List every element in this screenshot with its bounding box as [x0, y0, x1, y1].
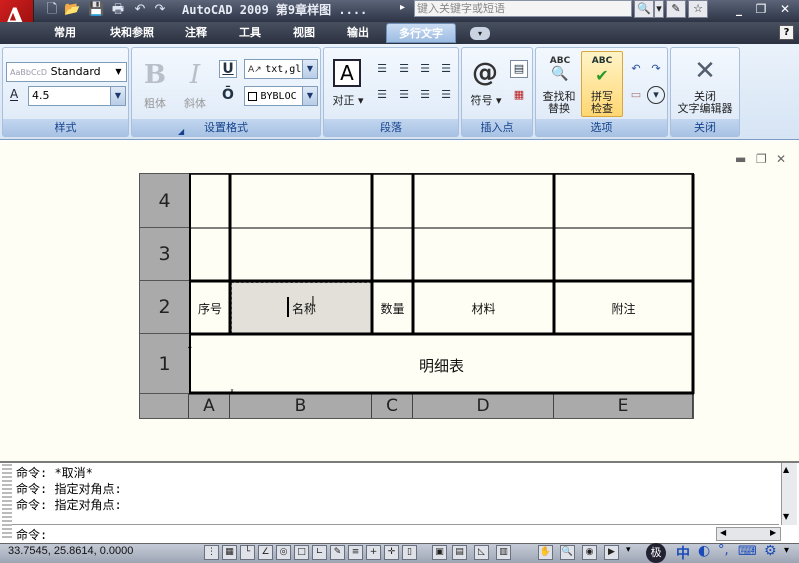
dyn-icon[interactable]: ✎ [330, 545, 345, 560]
model-space-icon[interactable]: ▣ [432, 545, 447, 560]
polar-icon[interactable]: ∠ [258, 545, 273, 560]
ibeam-cursor-icon: I [311, 295, 315, 310]
cell-a2[interactable]: 序号 [192, 300, 228, 317]
ortho-icon[interactable]: └ [240, 545, 255, 560]
ime-menu-icon[interactable]: ▾ [784, 545, 789, 556]
scroll-up-icon[interactable]: ▲ [783, 465, 789, 474]
command-divider [12, 524, 779, 525]
status-menu-icon[interactable]: ▾ [626, 545, 634, 560]
ime-keyboard-icon[interactable]: ⌨ [738, 544, 757, 559]
steering-wheel-icon[interactable]: ◉ [582, 545, 597, 560]
cell-title-row[interactable]: 明细表 [192, 355, 691, 376]
ime-language[interactable]: 中 [676, 543, 690, 563]
command-prompt[interactable]: 命令: [16, 526, 47, 543]
zoom-icon[interactable]: 🔍 [560, 545, 575, 560]
quick-view-icon[interactable]: ▥ [496, 545, 511, 560]
cell-e2[interactable]: 附注 [556, 300, 691, 317]
tab-marker-icon: ⌄ [186, 342, 194, 352]
otrack-icon[interactable]: □ [294, 545, 309, 560]
showmotion-icon[interactable]: ▶ [604, 545, 619, 560]
scroll-right-icon[interactable]: ▶ [770, 528, 776, 537]
quick-properties-icon[interactable]: + [366, 545, 381, 560]
cell-b2[interactable]: 名称 [284, 300, 324, 317]
command-history-line: 命令: 指定对角点: [16, 482, 122, 496]
scroll-left-icon[interactable]: ◀ [720, 528, 726, 537]
ime-halfwidth-icon[interactable]: ◐ [698, 543, 710, 559]
ime-logo-icon[interactable]: 极 [646, 543, 666, 563]
column-marker-icon: ˣ [230, 388, 234, 398]
cell-c2[interactable]: 数量 [374, 300, 411, 317]
grid-icon[interactable]: ▦ [222, 545, 237, 560]
command-history-line: 命令: *取消* [16, 466, 93, 480]
lineweight-icon[interactable]: ≡ [348, 545, 363, 560]
ime-settings-icon[interactable]: ⚙ [764, 543, 777, 559]
cell-d2[interactable]: 材料 [415, 300, 552, 317]
ducs-icon[interactable]: ∟ [312, 545, 327, 560]
command-grip-icon[interactable] [2, 464, 12, 540]
layout-icon[interactable]: ▯ [402, 545, 417, 560]
pan-icon[interactable]: ✋ [538, 545, 553, 560]
snap-icon[interactable]: ⋮ [204, 545, 219, 560]
layout1-icon[interactable]: ▤ [452, 545, 467, 560]
osnap-icon[interactable]: ◎ [276, 545, 291, 560]
ime-punctuation-icon[interactable]: °, [718, 543, 729, 558]
layout2-icon[interactable]: ◺ [474, 545, 489, 560]
coordinate-readout[interactable]: 33.7545, 25.8614, 0.0000 [8, 545, 133, 557]
scroll-down-icon[interactable]: ▼ [783, 512, 789, 521]
command-history-line: 命令: 指定对角点: [16, 498, 122, 512]
model-icon[interactable]: ✛ [384, 545, 399, 560]
